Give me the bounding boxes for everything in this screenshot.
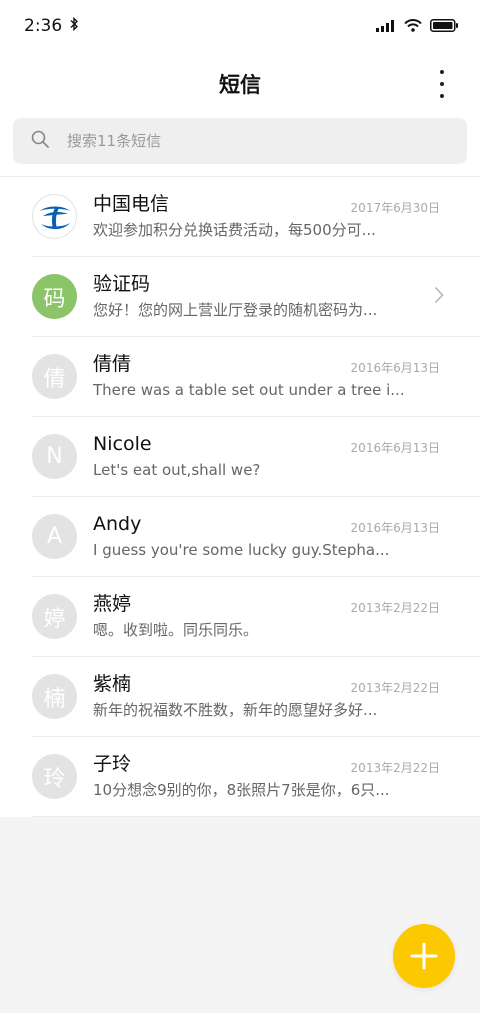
chevron-right-icon	[434, 286, 444, 308]
message-date: 2016年6月13日	[350, 521, 440, 535]
message-preview: 您好！您的网上营业厅登录的随机密码为...	[93, 301, 378, 319]
message-date: 2017年6月30日	[350, 201, 440, 215]
conversation-list: 中国电信 欢迎参加积分兑换话费活动，每500分可... 2017年6月30日 码…	[0, 176, 480, 817]
message-preview: 新年的祝福数不胜数，新年的愿望好多好...	[93, 701, 378, 719]
conversation-row[interactable]: 玲 子玲 10分想念9别的你，8张照片7张是你，6只... 2013年2月22日	[0, 737, 480, 817]
avatar: A	[32, 514, 77, 559]
message-date: 2016年6月13日	[350, 361, 440, 375]
battery-icon	[430, 17, 458, 36]
message-preview: There was a table set out under a tree i…	[93, 381, 405, 399]
bluetooth-icon	[70, 16, 79, 36]
more-dot-icon	[440, 82, 444, 86]
status-left: 2:36	[24, 16, 79, 36]
avatar: N	[32, 434, 77, 479]
message-date: 2013年2月22日	[350, 761, 440, 775]
search-bar[interactable]	[13, 118, 467, 164]
conversation-row[interactable]: N Nicole Let's eat out,shall we? 2016年6月…	[0, 417, 480, 497]
message-date: 2013年2月22日	[350, 601, 440, 615]
wifi-icon	[404, 17, 422, 36]
conversation-row[interactable]: 码 验证码 您好！您的网上营业厅登录的随机密码为...	[0, 257, 480, 337]
contact-name: 验证码	[93, 273, 151, 295]
conversation-row[interactable]: 倩 倩倩 There was a table set out under a t…	[0, 337, 480, 417]
avatar: 码	[32, 274, 77, 319]
message-date: 2013年2月22日	[350, 681, 440, 695]
conversation-row[interactable]: 楠 紫楠 新年的祝福数不胜数，新年的愿望好多好... 2013年2月22日	[0, 657, 480, 737]
avatar: 倩	[32, 354, 77, 399]
conversation-row[interactable]: 婷 燕婷 嗯。收到啦。同乐同乐。 2013年2月22日	[0, 577, 480, 657]
more-options-button[interactable]	[430, 70, 454, 98]
message-preview: 10分想念9别的你，8张照片7张是你，6只...	[93, 781, 390, 799]
search-input[interactable]	[65, 131, 429, 151]
status-right	[376, 17, 458, 36]
message-preview: 欢迎参加积分兑换话费活动，每500分可...	[93, 221, 376, 239]
china-telecom-logo-icon	[39, 206, 70, 229]
more-dot-icon	[440, 70, 444, 74]
status-time: 2:36	[24, 16, 63, 36]
plus-icon	[410, 942, 438, 970]
page-title: 短信	[219, 73, 261, 97]
avatar: 婷	[32, 594, 77, 639]
message-preview: I guess you're some lucky guy.Stepha...	[93, 541, 390, 559]
search-icon	[31, 130, 49, 152]
status-bar: 2:36	[0, 0, 480, 52]
avatar: 玲	[32, 754, 77, 799]
more-dot-icon	[440, 94, 444, 98]
app-top-area: 2:36 短信 搜索11条短信	[0, 0, 480, 176]
avatar	[32, 194, 77, 239]
search-wrap	[0, 116, 480, 176]
conversation-text: 验证码 您好！您的网上营业厅登录的随机密码为...	[93, 271, 444, 321]
message-preview: 嗯。收到啦。同乐同乐。	[93, 621, 259, 639]
header: 短信	[0, 52, 480, 116]
message-date: 2016年6月13日	[350, 441, 440, 455]
message-preview: Let's eat out,shall we?	[93, 461, 261, 479]
conversation-row[interactable]: 中国电信 欢迎参加积分兑换话费活动，每500分可... 2017年6月30日	[0, 177, 480, 257]
avatar: 楠	[32, 674, 77, 719]
signal-icon	[376, 17, 396, 36]
new-message-button[interactable]	[393, 924, 455, 988]
conversation-row[interactable]: A Andy I guess you're some lucky guy.Ste…	[0, 497, 480, 577]
